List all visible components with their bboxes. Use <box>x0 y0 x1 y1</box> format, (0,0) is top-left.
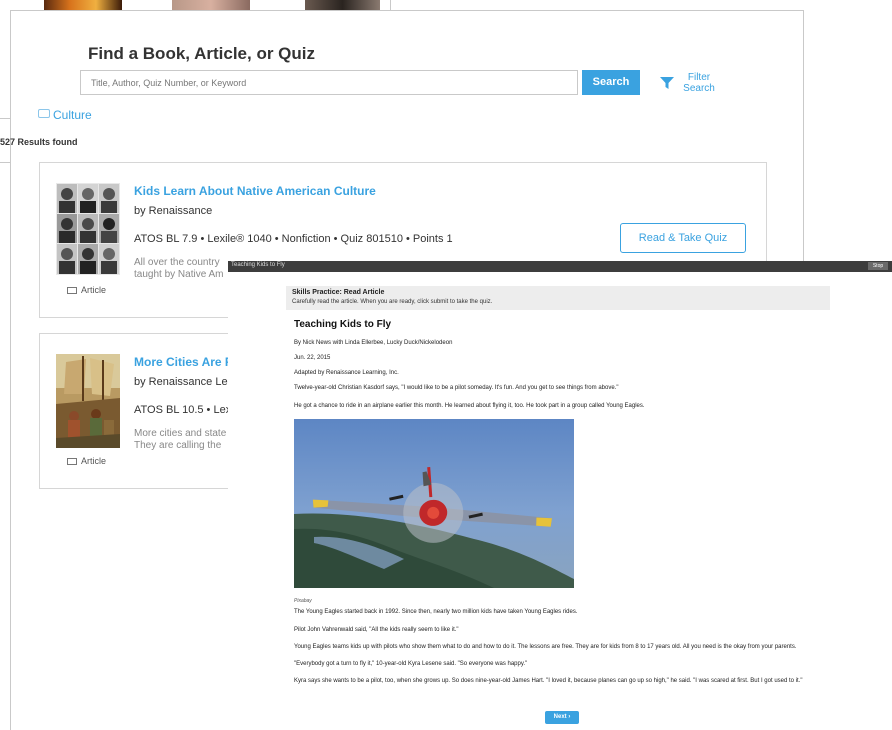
article-icon <box>67 287 77 294</box>
book-author: by Renaissance Lea <box>134 376 234 388</box>
article-date: Jun. 22, 2015 <box>294 355 331 361</box>
article-title: Teaching Kids to Fly <box>294 319 392 330</box>
article-window-titlebar: Teaching Kids to Fly Stop <box>228 261 892 272</box>
article-paragraph: Kyra says she wants to be a pilot, too, … <box>294 678 803 684</box>
article-byline: By Nick News with Linda Ellerbee, Lucky … <box>294 340 453 346</box>
description-line: More cities and state <box>134 428 227 439</box>
read-take-quiz-button[interactable]: Read & Take Quiz <box>620 223 746 253</box>
article-icon <box>67 458 77 465</box>
book-description: All over the country taught by Native Am <box>134 257 224 281</box>
book-cover-image[interactable] <box>56 354 120 448</box>
stop-button[interactable]: Stop <box>868 262 888 270</box>
airplane-image <box>294 419 574 588</box>
background-divider <box>0 118 10 119</box>
article-paragraph: "Everybody got a turn to fly it," 10-yea… <box>294 661 528 667</box>
topic-label: Culture <box>53 108 92 122</box>
item-type: Article <box>67 285 106 295</box>
article-window-title: Teaching Kids to Fly <box>231 262 285 268</box>
page-title: Find a Book, Article, or Quiz <box>88 44 316 63</box>
instructions-text: Carefully read the article. When you are… <box>292 299 493 305</box>
instructions-box: Skills Practice: Read Article Carefully … <box>286 286 830 310</box>
description-line: All over the country <box>134 257 220 268</box>
article-paragraph: Twelve-year-old Christian Kasdorf says, … <box>294 385 619 391</box>
filter-icon[interactable] <box>660 76 674 90</box>
description-line: They are calling the <box>134 440 222 451</box>
book-title-link[interactable]: More Cities Are R <box>134 355 234 369</box>
book-meta: ATOS BL 10.5 • Lex <box>134 404 232 416</box>
book-meta: ATOS BL 7.9 • Lexile® 1040 • Nonfiction … <box>134 233 453 245</box>
article-paragraph: Pilot John Vahrenwald said, "All the kid… <box>294 627 459 633</box>
airplane-photo <box>294 419 574 588</box>
book-title-link[interactable]: Kids Learn About Native American Culture <box>134 184 376 198</box>
item-type-label: Article <box>81 285 107 295</box>
article-window: Skills Practice: Read Article Carefully … <box>228 272 892 730</box>
filter-search-link[interactable]: Filter Search <box>682 72 716 94</box>
background-divider <box>0 162 10 163</box>
book-description: More cities and state They are calling t… <box>134 428 226 452</box>
topic-tag[interactable]: Culture <box>38 108 92 122</box>
item-type-label: Article <box>81 456 107 466</box>
background-divider <box>390 0 391 10</box>
book-author: by Renaissance <box>134 205 213 217</box>
filter-label: Filter <box>687 72 711 83</box>
instructions-title: Skills Practice: Read Article <box>292 289 385 296</box>
results-count: 527 Results found <box>0 137 78 147</box>
search-button[interactable]: Search <box>582 70 640 95</box>
portrait-grid-image <box>56 183 120 275</box>
item-type: Article <box>67 456 106 466</box>
article-adapted: Adapted by Renaissance Learning, Inc. <box>294 370 399 376</box>
search-input[interactable]: Title, Author, Quiz Number, or Keyword <box>80 70 578 95</box>
photo-caption: Pixabay <box>294 598 312 604</box>
next-button[interactable]: Next › <box>545 711 579 724</box>
article-paragraph: He got a chance to ride in an airplane e… <box>294 403 645 409</box>
description-line: taught by Native Am <box>134 269 224 280</box>
book-cover-image[interactable] <box>56 183 120 275</box>
filter-label: Search <box>683 83 715 94</box>
tag-icon <box>38 109 50 118</box>
painting-image <box>56 354 120 448</box>
article-paragraph: Young Eagles teams kids up with pilots w… <box>294 644 797 650</box>
article-paragraph: The Young Eagles started back in 1992. S… <box>294 609 578 615</box>
